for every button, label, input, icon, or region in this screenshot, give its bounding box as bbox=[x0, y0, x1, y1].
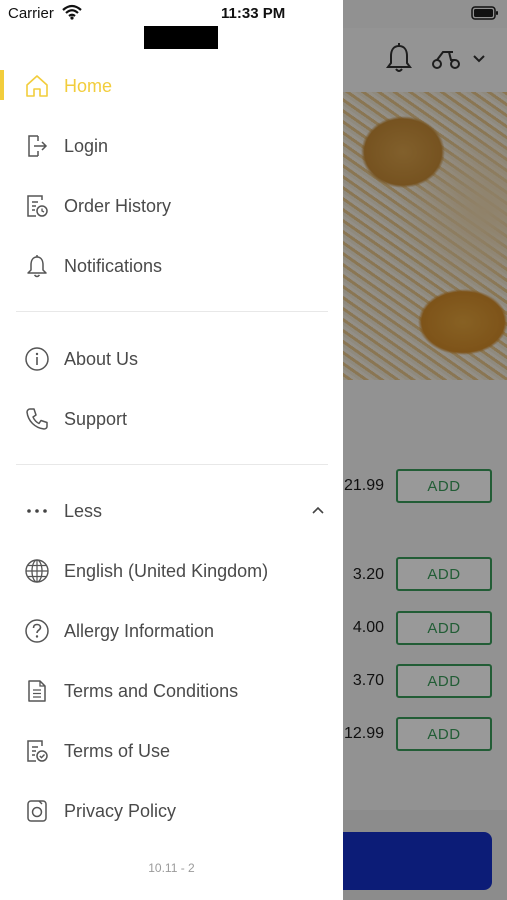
menu-divider bbox=[16, 464, 328, 465]
wifi-icon bbox=[62, 4, 82, 20]
menu-label-privacy-policy: Privacy Policy bbox=[64, 800, 177, 821]
menu-label-notifications: Notifications bbox=[64, 255, 163, 276]
menu-item-login[interactable]: Login bbox=[0, 121, 343, 171]
menu-item-order-history[interactable]: Order History bbox=[0, 181, 343, 231]
app-version: 10.11 - 2 bbox=[148, 861, 195, 875]
globe-icon bbox=[24, 558, 50, 584]
menu-label-about-us: About Us bbox=[64, 348, 139, 369]
menu-item-home[interactable]: Home bbox=[0, 61, 343, 111]
menu-label-less: Less bbox=[64, 500, 103, 521]
status-bar: Carrier 11:33 PM bbox=[0, 0, 507, 28]
redacted-logo bbox=[144, 26, 218, 49]
menu-item-less[interactable]: Less bbox=[0, 486, 343, 536]
menu-label-home: Home bbox=[64, 75, 113, 96]
menu-label-allergy-information: Allergy Information bbox=[64, 620, 215, 641]
more-dots-icon bbox=[24, 498, 50, 524]
bell-icon bbox=[24, 253, 50, 279]
question-icon bbox=[24, 618, 50, 644]
menu-label-support: Support bbox=[64, 408, 128, 429]
privacy-icon bbox=[24, 798, 50, 824]
chevron-up-icon[interactable] bbox=[311, 505, 325, 515]
carrier-label: Carrier bbox=[8, 5, 54, 22]
terms-check-icon bbox=[24, 738, 50, 764]
document-icon bbox=[24, 678, 50, 704]
navigation-drawer: Home Login Order History Notifications A… bbox=[0, 0, 343, 900]
menu-item-support[interactable]: Support bbox=[0, 394, 343, 444]
info-icon bbox=[24, 346, 50, 372]
battery-icon bbox=[471, 6, 499, 20]
phone-icon bbox=[24, 406, 50, 432]
login-icon bbox=[24, 133, 50, 159]
menu-label-order-history: Order History bbox=[64, 195, 172, 216]
home-icon bbox=[24, 73, 50, 99]
menu-item-privacy-policy[interactable]: Privacy Policy bbox=[0, 786, 343, 836]
menu-item-about-us[interactable]: About Us bbox=[0, 334, 343, 384]
order-history-icon bbox=[24, 193, 50, 219]
menu-label-terms-of-use: Terms of Use bbox=[64, 740, 171, 761]
menu-item-terms-of-use[interactable]: Terms of Use bbox=[0, 726, 343, 776]
menu-label-login: Login bbox=[64, 135, 109, 156]
menu-item-allergy-information[interactable]: Allergy Information bbox=[0, 606, 343, 656]
menu-item-terms-and-conditions[interactable]: Terms and Conditions bbox=[0, 666, 343, 716]
menu-label-language: English (United Kingdom) bbox=[64, 560, 269, 581]
menu-item-language[interactable]: English (United Kingdom) bbox=[0, 546, 343, 596]
status-time: 11:33 PM bbox=[221, 5, 286, 22]
menu-label-terms-and-conditions: Terms and Conditions bbox=[64, 680, 239, 701]
menu-item-notifications[interactable]: Notifications bbox=[0, 241, 343, 291]
menu-divider bbox=[16, 311, 328, 312]
